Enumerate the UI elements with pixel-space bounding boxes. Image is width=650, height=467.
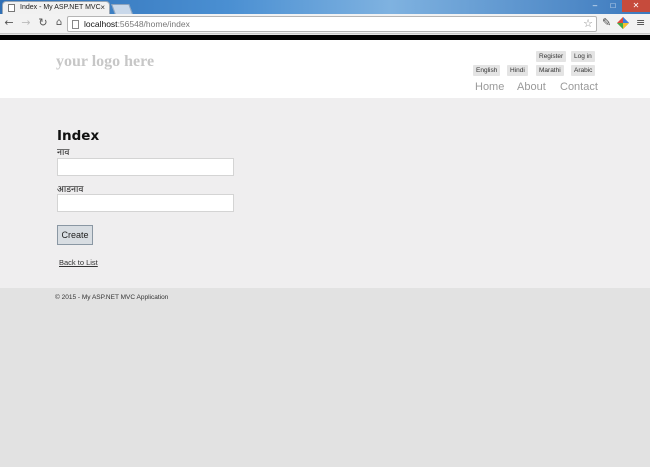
language-arabic[interactable]: Arabic [571, 65, 596, 76]
tab-title: Index - My ASP.NET MVC [20, 4, 101, 11]
language-hindi[interactable]: Hindi [507, 65, 528, 76]
last-name-input[interactable] [57, 194, 234, 212]
window-close-icon[interactable]: ✕ [622, 0, 650, 12]
address-bar[interactable]: localhost:56548/home/index ☆ [67, 16, 597, 32]
nav-about[interactable]: About [517, 81, 546, 93]
main-content: Index नाव आडनाव Create Back to List [0, 98, 650, 288]
maximize-icon[interactable]: □ [604, 0, 622, 12]
site-logo[interactable]: your logo here [56, 53, 154, 71]
nav-home[interactable]: Home [475, 81, 504, 93]
browser-tab[interactable]: Index - My ASP.NET MVC × [2, 1, 110, 14]
url-host: localhost [84, 19, 118, 29]
site-header: your logo here Register Log in English H… [0, 40, 650, 98]
login-link[interactable]: Log in [571, 51, 595, 62]
language-english[interactable]: English [473, 65, 501, 76]
menu-icon[interactable]: ≡ [636, 17, 645, 29]
new-tab-button[interactable] [111, 4, 133, 14]
browser-titlebar: Index - My ASP.NET MVC × – □ ✕ [0, 0, 650, 14]
tab-close-icon[interactable]: × [100, 3, 105, 12]
back-to-list-link[interactable]: Back to List [59, 258, 98, 267]
star-icon[interactable]: ☆ [583, 17, 593, 30]
nav-contact[interactable]: Contact [560, 81, 598, 93]
first-name-label: नाव [57, 148, 70, 158]
forward-icon[interactable]: → [20, 17, 32, 29]
reload-icon[interactable]: ↻ [37, 17, 49, 29]
extension-icon[interactable] [617, 17, 629, 32]
home-icon[interactable]: ⌂ [53, 17, 65, 29]
page-icon [72, 20, 79, 29]
create-button[interactable]: Create [57, 225, 93, 245]
first-name-input[interactable] [57, 158, 234, 176]
url-text[interactable]: localhost:56548/home/index [84, 19, 190, 29]
window-controls: – □ ✕ [586, 0, 650, 12]
page-title: Index [57, 128, 100, 144]
minimize-icon[interactable]: – [586, 0, 604, 12]
url-path: :56548/home/index [117, 19, 190, 29]
page-favicon-icon [8, 4, 15, 12]
site-footer: © 2015 - My ASP.NET MVC Application [0, 288, 650, 467]
back-icon[interactable]: ← [3, 17, 15, 29]
browser-toolbar: ← → ↻ ⌂ localhost:56548/home/index ☆ ✎ ≡ [0, 14, 650, 34]
eyedropper-icon[interactable]: ✎ [602, 17, 611, 29]
language-marathi[interactable]: Marathi [536, 65, 564, 76]
register-link[interactable]: Register [536, 51, 567, 62]
copyright-text: © 2015 - My ASP.NET MVC Application [55, 294, 169, 301]
